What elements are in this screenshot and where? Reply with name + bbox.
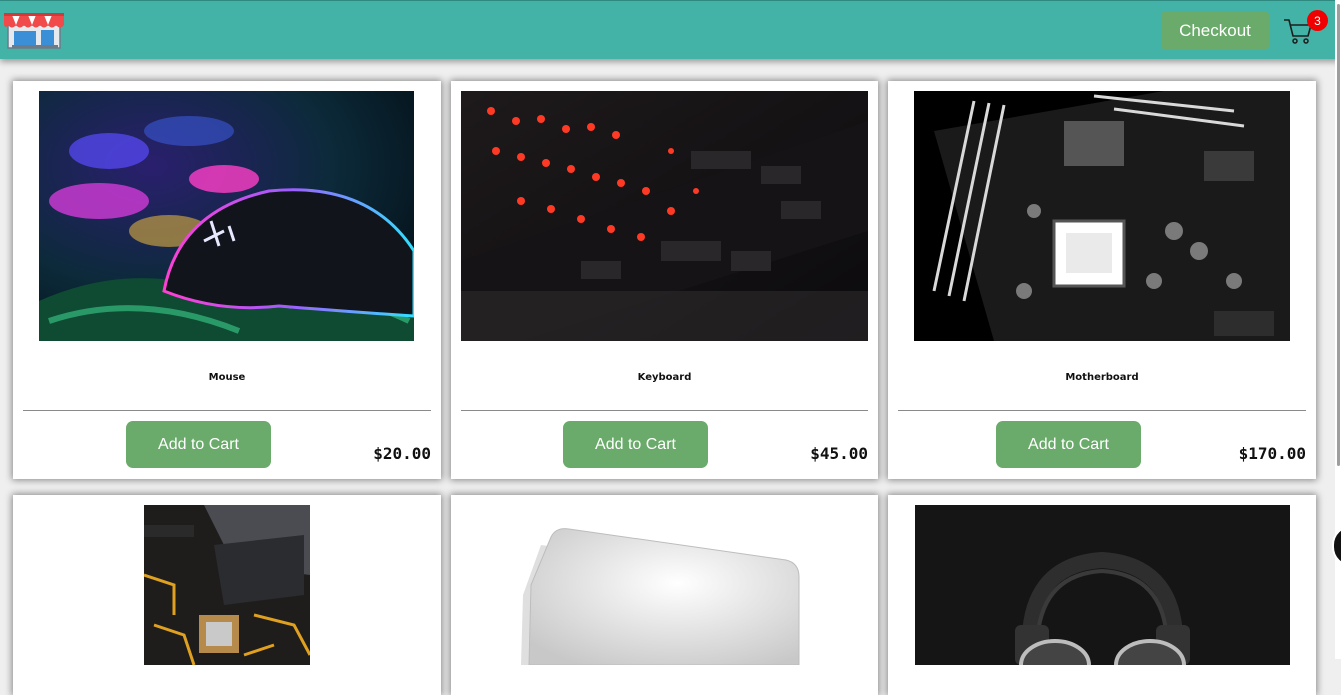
product-image-mousepad[interactable] — [461, 505, 868, 665]
add-to-cart-button[interactable]: Add to Cart — [126, 421, 271, 468]
checkout-button[interactable]: Checkout — [1161, 12, 1269, 49]
card-divider — [898, 410, 1306, 411]
add-to-cart-button[interactable]: Add to Cart — [563, 421, 708, 468]
product-name: Motherboard — [1065, 372, 1139, 383]
top-navbar: Checkout 3 — [0, 0, 1341, 59]
product-name: Keyboard — [637, 372, 692, 383]
cart-count-badge: 3 — [1307, 10, 1328, 31]
product-image-cpu[interactable] — [144, 505, 310, 665]
product-card-mouse: Mouse Add to Cart $20.00 — [13, 81, 441, 479]
product-card-mousepad — [451, 495, 878, 695]
product-card-motherboard: Motherboard Add to Cart $170.00 — [888, 81, 1316, 479]
product-card-cpu — [13, 495, 441, 695]
side-floating-tab[interactable] — [1332, 525, 1341, 567]
product-price: $20.00 — [373, 444, 431, 463]
product-image-keyboard[interactable] — [461, 91, 868, 341]
card-divider — [23, 410, 431, 411]
storefront-icon[interactable] — [2, 11, 66, 49]
product-card-headphones — [888, 495, 1316, 695]
scrollbar-thumb[interactable] — [1337, 4, 1340, 466]
product-image-motherboard[interactable] — [914, 91, 1290, 341]
product-price: $45.00 — [810, 444, 868, 463]
product-image-mouse[interactable] — [39, 91, 414, 341]
add-to-cart-button[interactable]: Add to Cart — [996, 421, 1141, 468]
card-divider — [461, 410, 868, 411]
product-name: Mouse — [208, 372, 246, 383]
product-image-headphones[interactable] — [915, 505, 1290, 665]
product-price: $170.00 — [1238, 444, 1306, 463]
product-card-keyboard: Keyboard Add to Cart $45.00 — [451, 81, 878, 479]
